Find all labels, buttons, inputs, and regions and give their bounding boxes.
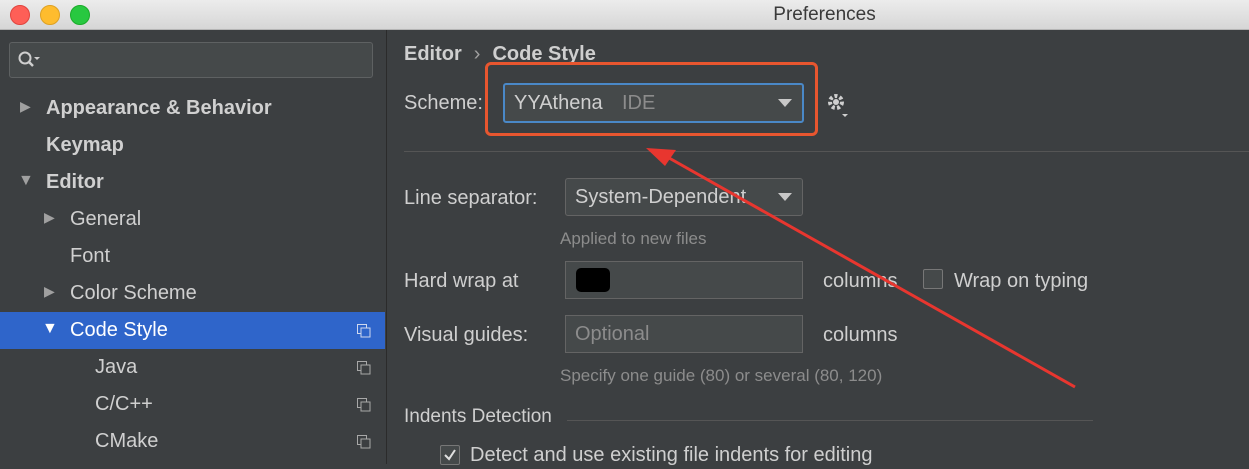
project-copy-icon — [357, 324, 371, 338]
window-title: Preferences — [773, 4, 876, 25]
project-copy-icon — [357, 361, 371, 375]
expand-arrow-icon[interactable]: ▶ — [44, 283, 55, 300]
search-icon — [18, 51, 40, 67]
tree-item-color-scheme[interactable]: Color Scheme — [70, 275, 197, 312]
settings-content: Editor › Code Style Scheme: YYAthena IDE L… — [386, 30, 1249, 466]
collapse-arrow-icon[interactable]: ▼ — [42, 320, 58, 338]
tree-item-java[interactable]: Java — [95, 349, 137, 386]
tree-item-appearance-behavior[interactable]: Appearance & Behavior — [46, 90, 272, 127]
title-bar: Preferences — [0, 0, 1249, 30]
project-copy-icon — [357, 435, 371, 449]
tree-item-c-cpp[interactable]: C/C++ — [95, 386, 153, 423]
expand-arrow-icon[interactable]: ▶ — [20, 98, 31, 115]
project-copy-icon — [357, 398, 371, 412]
tree-item-general[interactable]: General — [70, 201, 141, 238]
collapse-arrow-icon[interactable]: ▼ — [18, 172, 34, 190]
tree-item-cmake[interactable]: CMake — [95, 423, 158, 460]
tree-item-code-style[interactable]: Code Style — [70, 312, 168, 349]
annotation-arrow — [646, 148, 1076, 389]
tree-item-keymap[interactable]: Keymap — [46, 127, 124, 164]
settings-search-input[interactable] — [9, 42, 373, 78]
expand-arrow-icon[interactable]: ▶ — [44, 209, 55, 226]
settings-sidebar: ▶ Appearance & Behavior Keymap ▼ Editor … — [0, 30, 385, 464]
tree-item-font[interactable]: Font — [70, 238, 110, 275]
tree-item-editor[interactable]: Editor — [46, 164, 104, 201]
